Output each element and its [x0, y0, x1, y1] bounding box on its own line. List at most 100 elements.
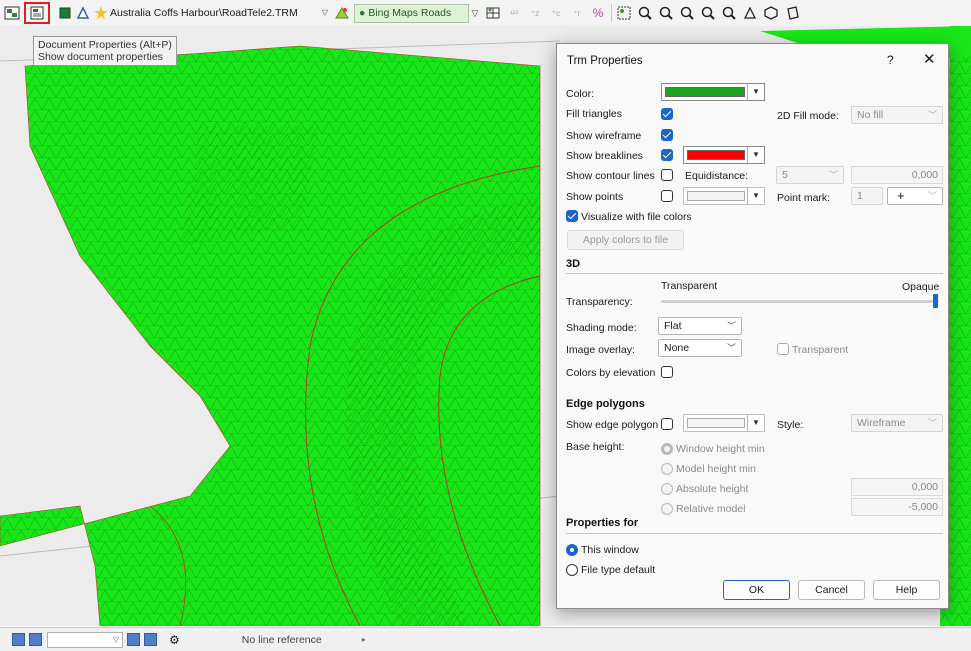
- zoom-in-icon[interactable]: [657, 4, 675, 22]
- label-c-icon[interactable]: ⁺c: [547, 4, 565, 22]
- cube-icon[interactable]: [762, 4, 780, 22]
- relative-model-field[interactable]: -5,000: [851, 498, 943, 516]
- bing-maps-label: Bing Maps Roads: [368, 7, 452, 19]
- zoom-out-icon[interactable]: [678, 4, 696, 22]
- gear-icon[interactable]: ⚙: [169, 633, 180, 647]
- point-mark-size-field[interactable]: 1: [851, 187, 883, 205]
- transparent-checkbox[interactable]: [777, 343, 789, 355]
- ok-button[interactable]: OK: [723, 580, 790, 600]
- document-properties-button[interactable]: [24, 2, 50, 24]
- radio-absolute-height[interactable]: [661, 483, 673, 495]
- color-swatch: [665, 87, 745, 97]
- contour-value-field[interactable]: 0,000: [851, 166, 943, 184]
- help-button[interactable]: Help: [873, 580, 940, 600]
- show-contour-lines-label: Show contour lines: [566, 170, 655, 182]
- show-contour-lines-checkbox[interactable]: [661, 169, 673, 181]
- file-select[interactable]: Australia Coffs Harbour\RoadTele2.TRM ▽: [110, 4, 328, 23]
- opaque-scale-label: Opaque: [902, 281, 940, 293]
- chevron-down-icon: ▼: [747, 147, 764, 163]
- rotate-icon[interactable]: [741, 4, 759, 22]
- select-icon[interactable]: [615, 4, 633, 22]
- chevron-down-icon: ▼: [747, 188, 764, 204]
- show-edge-polygon-checkbox[interactable]: [661, 418, 673, 430]
- green-square-icon[interactable]: [56, 4, 74, 22]
- radio-absolute-height-label: Absolute height: [676, 483, 749, 495]
- point-mark-select[interactable]: + ﹀: [887, 187, 943, 205]
- last-page-button[interactable]: [144, 633, 157, 646]
- zoom-extents-icon[interactable]: [699, 4, 717, 22]
- edge-color-swatch: [687, 418, 745, 428]
- absolute-height-field[interactable]: 0,000: [851, 478, 943, 496]
- label-z-icon[interactable]: ¹²³: [505, 4, 523, 22]
- radio-relative-model[interactable]: [661, 503, 673, 515]
- zoom-window-icon[interactable]: [720, 4, 738, 22]
- chevron-down-icon: ﹀: [726, 321, 736, 331]
- expand-icon[interactable]: ▸: [362, 635, 366, 644]
- line-select[interactable]: ▽: [47, 631, 123, 648]
- divider: [566, 533, 943, 534]
- show-breaklines-checkbox[interactable]: [661, 149, 673, 161]
- chevron-down-icon: ﹀: [726, 343, 736, 353]
- show-points-checkbox[interactable]: [661, 190, 673, 202]
- fill-mode-select[interactable]: No fill ﹀: [851, 106, 943, 124]
- fill-mode-label: 2D Fill mode:: [777, 110, 839, 122]
- zoom-icon[interactable]: [636, 4, 654, 22]
- cancel-button[interactable]: Cancel: [798, 580, 865, 600]
- grid-icon[interactable]: [484, 4, 502, 22]
- dialog-title: Trm Properties: [567, 55, 643, 67]
- radio-this-window-label: This window: [581, 544, 639, 556]
- breakline-color-picker[interactable]: ▼: [683, 146, 765, 164]
- transparent-checkbox-label: Transparent: [792, 344, 849, 356]
- style-select[interactable]: Wireframe ﹀: [851, 414, 943, 432]
- measure-icon[interactable]: %: [589, 4, 607, 22]
- apply-colors-button[interactable]: Apply colors to file: [567, 230, 684, 250]
- image-overlay-select[interactable]: None ﹀: [658, 339, 742, 357]
- tooltip: Document Properties (Alt+P) Show documen…: [33, 36, 177, 66]
- section-3d-title: 3D: [566, 258, 581, 270]
- help-icon[interactable]: ?: [887, 53, 894, 67]
- radio-file-type-default[interactable]: [566, 564, 578, 576]
- point-mark-size-value: 1: [857, 190, 863, 202]
- show-wireframe-checkbox[interactable]: [661, 129, 673, 141]
- base-height-label: Base height:: [566, 441, 625, 453]
- shading-mode-select[interactable]: Flat ﹀: [658, 317, 742, 335]
- star-burst-icon[interactable]: [92, 4, 110, 22]
- point-mark-symbol: +: [897, 188, 905, 203]
- transparency-slider-thumb[interactable]: [933, 294, 938, 308]
- edge-color-picker[interactable]: ▼: [683, 414, 765, 432]
- shading-mode-value: Flat: [664, 320, 682, 332]
- radio-this-window[interactable]: [566, 544, 578, 556]
- main-toolbar: Australia Coffs Harbour\RoadTele2.TRM ▽ …: [0, 0, 971, 27]
- triangle-icon[interactable]: [74, 4, 92, 22]
- colors-by-elevation-checkbox[interactable]: [661, 366, 673, 378]
- section-properties-for-title: Properties for: [566, 517, 639, 529]
- chevron-down-icon[interactable]: ▽: [469, 4, 481, 22]
- transparency-slider[interactable]: [661, 300, 939, 303]
- file-select-value: Australia Coffs Harbour\RoadTele2.TRM: [110, 7, 298, 19]
- equidistance-select[interactable]: 5 ﹀: [776, 166, 844, 184]
- radio-model-height[interactable]: [661, 463, 673, 475]
- first-page-button[interactable]: [12, 633, 25, 646]
- next-page-button[interactable]: [127, 633, 140, 646]
- bing-maps-select[interactable]: ● Bing Maps Roads: [354, 3, 469, 23]
- label-r-icon[interactable]: ⁺r: [568, 4, 586, 22]
- show-wireframe-label: Show wireframe: [566, 130, 642, 142]
- chevron-down-icon: ﹀: [927, 191, 937, 201]
- chevron-down-icon: ▼: [747, 415, 764, 431]
- visualize-file-colors-checkbox[interactable]: [566, 210, 578, 222]
- view-3d-icon[interactable]: [783, 4, 801, 22]
- show-points-label: Show points: [566, 191, 624, 203]
- show-edge-polygon-label: Show edge polygon: [566, 419, 659, 431]
- map-layer-icon[interactable]: [333, 4, 351, 22]
- transparency-label: Transparency:: [566, 296, 633, 308]
- color-picker[interactable]: ▼: [661, 83, 765, 101]
- fill-triangles-checkbox[interactable]: [661, 108, 673, 120]
- close-button[interactable]: ✕: [923, 50, 936, 68]
- previous-page-button[interactable]: [29, 633, 42, 646]
- label-z2-icon[interactable]: ⁺z: [526, 4, 544, 22]
- radio-window-height[interactable]: [661, 443, 673, 455]
- point-color-picker[interactable]: ▼: [683, 187, 765, 205]
- layers-icon[interactable]: [3, 4, 21, 22]
- fill-mode-value: No fill: [857, 109, 884, 121]
- divider: [566, 273, 943, 274]
